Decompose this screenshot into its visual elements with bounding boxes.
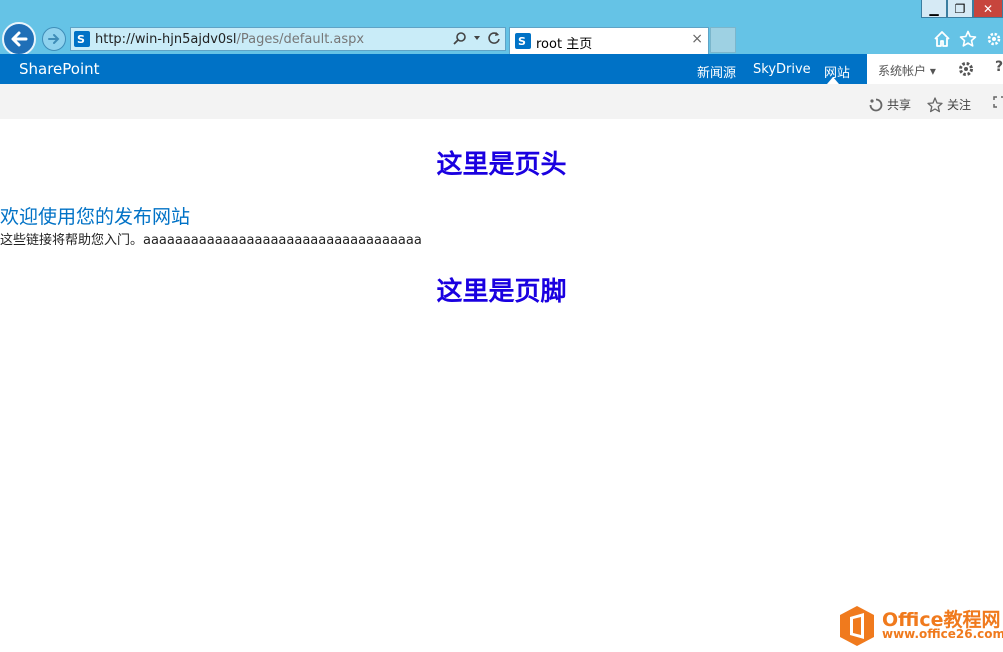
watermark: Office教程网 www.office26.com — [838, 603, 1003, 649]
nav-link-skydrive[interactable]: SkyDrive — [753, 62, 811, 77]
forward-button[interactable] — [42, 27, 66, 51]
close-button[interactable]: ✕ — [973, 0, 1003, 18]
svg-text:S: S — [77, 33, 85, 46]
watermark-url: www.office26.com — [882, 627, 1003, 641]
ribbon-bar: 共享 关注 — [0, 84, 1003, 119]
svg-text:S: S — [518, 35, 526, 48]
url-host: http://win-hjn5ajdv0sl — [95, 32, 237, 47]
settings-gear-icon[interactable] — [985, 30, 1003, 48]
tab-title: root 主页 — [536, 33, 592, 52]
page-header-text: 这里是页头 — [0, 144, 1003, 181]
site-settings-gear-icon[interactable] — [957, 60, 975, 78]
window-controls: ▁ ❐ ✕ — [921, 0, 1003, 19]
follow-star-icon — [927, 97, 943, 113]
back-button[interactable] — [2, 22, 36, 56]
dropdown-arrow-icon[interactable] — [473, 34, 481, 42]
share-label: 共享 — [887, 96, 911, 113]
intro-text: 这些链接将帮助您入门。aaaaaaaaaaaaaaaaaaaaaaaaaaaaa… — [0, 229, 422, 248]
browser-tab[interactable]: S root 主页 × — [509, 27, 709, 54]
share-icon — [869, 98, 883, 112]
active-link-indicator — [827, 77, 839, 84]
sharepoint-favicon-icon: S — [74, 31, 90, 47]
browser-chrome: ▁ ❐ ✕ S http://win-hjn5ajdv0sl/Pages/def… — [0, 0, 1003, 54]
favorites-star-icon[interactable] — [959, 30, 977, 48]
url-path: /Pages/default.aspx — [237, 32, 365, 47]
restore-button[interactable]: ❐ — [947, 0, 973, 18]
address-url[interactable]: http://win-hjn5ajdv0sl/Pages/default.asp… — [95, 32, 364, 47]
search-icon[interactable] — [453, 31, 467, 45]
ie-toolbar-right — [933, 27, 1003, 51]
sharepoint-brand[interactable]: SharePoint — [19, 60, 100, 78]
sharepoint-tab-icon: S — [515, 33, 531, 49]
address-tools — [453, 31, 501, 45]
welcome-title: 欢迎使用您的发布网站 — [0, 202, 190, 229]
address-bar[interactable]: S http://win-hjn5ajdv0sl/Pages/default.a… — [70, 27, 506, 51]
share-button[interactable]: 共享 — [869, 96, 911, 113]
follow-label: 关注 — [947, 96, 971, 113]
new-tab-button[interactable] — [710, 27, 736, 53]
nav-link-newsfeed[interactable]: 新闻源 — [697, 62, 736, 81]
office-logo-icon — [838, 605, 876, 647]
forward-arrow-icon — [47, 32, 61, 46]
help-icon[interactable]: ? — [995, 59, 1003, 75]
focus-content-icon[interactable] — [993, 96, 1003, 108]
refresh-icon[interactable] — [487, 31, 501, 45]
follow-button[interactable]: 关注 — [927, 96, 971, 113]
back-arrow-icon — [9, 29, 29, 49]
suite-bar: SharePoint 新闻源 SkyDrive 网站 系统帐户 ▾ ? — [0, 54, 1003, 84]
page-footer-text: 这里是页脚 — [0, 271, 1003, 308]
tab-close-icon[interactable]: × — [691, 31, 703, 47]
account-menu[interactable]: 系统帐户 ▾ — [878, 62, 936, 79]
minimize-button[interactable]: ▁ — [921, 0, 947, 18]
home-icon[interactable] — [933, 30, 951, 48]
